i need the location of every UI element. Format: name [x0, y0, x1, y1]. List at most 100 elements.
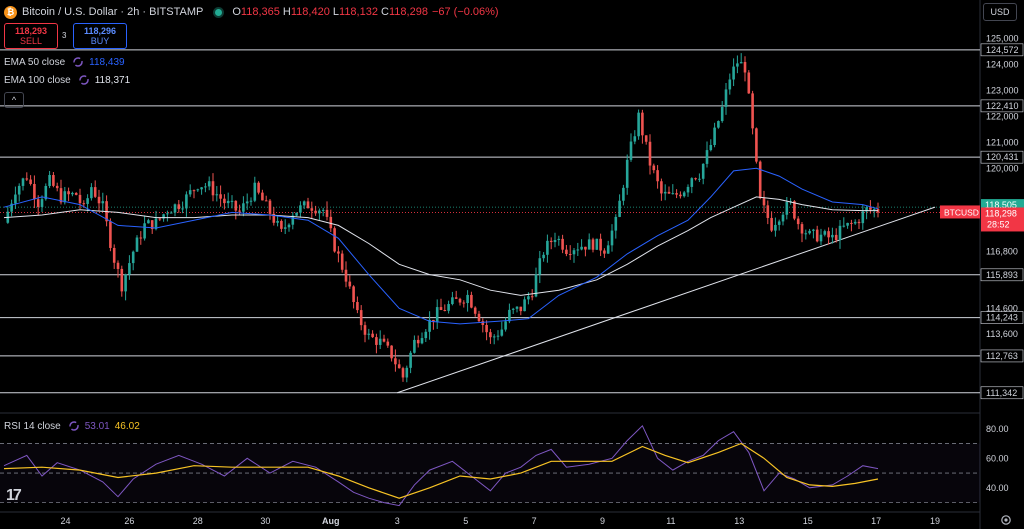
candle-body	[71, 192, 74, 195]
legend-rsi[interactable]: RSI 14 close 53.01 46.02	[4, 420, 140, 432]
candle-body	[74, 192, 78, 195]
candle-body	[485, 325, 488, 333]
candle-body	[713, 127, 716, 145]
buy-button[interactable]: 118,296 BUY	[73, 23, 127, 49]
candle-body	[812, 229, 815, 231]
candle-body	[633, 136, 637, 142]
candle-body	[872, 208, 876, 210]
candle-body	[766, 205, 770, 218]
symbol-title[interactable]: Bitcoin / U.S. Dollar · 2h · BITSTAMP	[22, 6, 203, 18]
candle-body	[363, 325, 367, 335]
candle-body	[717, 121, 720, 128]
candle-body	[287, 224, 291, 228]
candle-body	[663, 191, 667, 194]
candle-body	[793, 201, 796, 219]
ema50-value: 118,439	[89, 56, 125, 68]
candle-body	[82, 203, 86, 205]
candle-body	[660, 181, 663, 194]
legend-ema100[interactable]: EMA 100 close 118,371	[4, 74, 130, 86]
candle-body	[599, 238, 602, 251]
candle-body	[519, 306, 523, 312]
candle-body	[755, 128, 758, 162]
candle-body	[181, 208, 184, 210]
candle-body	[853, 221, 857, 224]
candle-body	[97, 196, 101, 204]
candle-body	[394, 358, 397, 365]
candle-body	[667, 191, 671, 194]
candle-body	[584, 246, 587, 250]
candle-body	[641, 112, 644, 136]
currency-selector[interactable]: USD	[983, 3, 1017, 21]
collapse-legend-button[interactable]: ^	[4, 92, 24, 108]
candle-body	[333, 228, 336, 252]
candle-body	[785, 202, 789, 215]
candle-body	[705, 150, 709, 164]
rsi-label: RSI 14 close	[4, 420, 61, 432]
candle-body	[264, 200, 268, 202]
candle-body	[576, 249, 580, 251]
candle-body	[352, 286, 355, 303]
time-tick-label: 5	[463, 516, 468, 526]
candle-body	[454, 297, 458, 299]
level-label: 122,410	[986, 101, 1019, 111]
candle-body	[413, 339, 416, 353]
candle-body	[36, 199, 40, 207]
ema100-label: EMA 100 close	[4, 74, 71, 86]
candle-body	[496, 335, 500, 337]
low-value: 118,132	[339, 6, 378, 18]
sell-label: SELL	[19, 36, 43, 46]
candle-body	[318, 210, 321, 214]
ema50-label: EMA 50 close	[4, 56, 66, 68]
candle-body	[572, 250, 576, 255]
candle-body	[656, 170, 659, 182]
tradingview-logo-icon[interactable]: 17	[6, 487, 22, 505]
candle-body	[827, 231, 830, 238]
candle-body	[337, 251, 340, 254]
time-tick-label: 24	[61, 516, 71, 526]
ema100-value: 118,371	[94, 74, 131, 86]
candle-body	[55, 185, 59, 189]
time-tick-label: 11	[666, 516, 675, 526]
candle-body	[758, 161, 762, 199]
candle-body	[869, 207, 872, 210]
candle-body	[861, 211, 865, 224]
candle-body	[470, 294, 473, 308]
candle-body	[462, 302, 466, 304]
symbol-tag: BTCUSD	[944, 207, 979, 217]
candle-body	[204, 186, 207, 188]
gear-icon[interactable]	[1000, 514, 1012, 526]
sell-button[interactable]: 118,293 SELL	[4, 23, 58, 49]
candle-body	[325, 209, 329, 217]
candle-body	[542, 254, 545, 259]
candle-body	[701, 163, 705, 179]
candle-body	[424, 331, 428, 339]
buy-price: 118,296	[83, 26, 117, 36]
candle-body	[831, 234, 834, 238]
candle-body	[591, 239, 595, 250]
candle-body	[625, 159, 629, 188]
candle-body	[378, 338, 382, 345]
candle-body	[451, 297, 454, 305]
chart-header: ₿ Bitcoin / U.S. Dollar · 2h · BITSTAMP …	[4, 4, 499, 20]
level-label: 114,243	[986, 313, 1018, 323]
candle-body	[90, 187, 93, 199]
candle-body	[52, 175, 55, 186]
candle-body	[466, 294, 469, 304]
level-label: 115,893	[986, 270, 1018, 280]
candle-body	[207, 181, 211, 187]
price-tick-label: 116,800	[986, 246, 1018, 256]
candle-body	[694, 178, 697, 180]
candle-body	[648, 141, 652, 166]
price-chart[interactable]: 125,000 124,000 123,000 122,000 121,000 120,0…	[0, 0, 1024, 529]
candle-body	[557, 238, 561, 241]
candle-body	[842, 225, 846, 227]
candle-body	[367, 333, 371, 335]
time-tick-label: 13	[734, 516, 744, 526]
legend-ema50[interactable]: EMA 50 close 118,439	[4, 56, 125, 68]
candle-body	[777, 221, 781, 225]
rsi-tick-label: 60.00	[986, 453, 1009, 463]
candle-body	[33, 183, 36, 200]
candle-body	[249, 200, 253, 202]
candle-body	[405, 367, 409, 378]
ohlc-readout: O118,365 H118,420 L118,132 C118,298	[232, 6, 428, 18]
